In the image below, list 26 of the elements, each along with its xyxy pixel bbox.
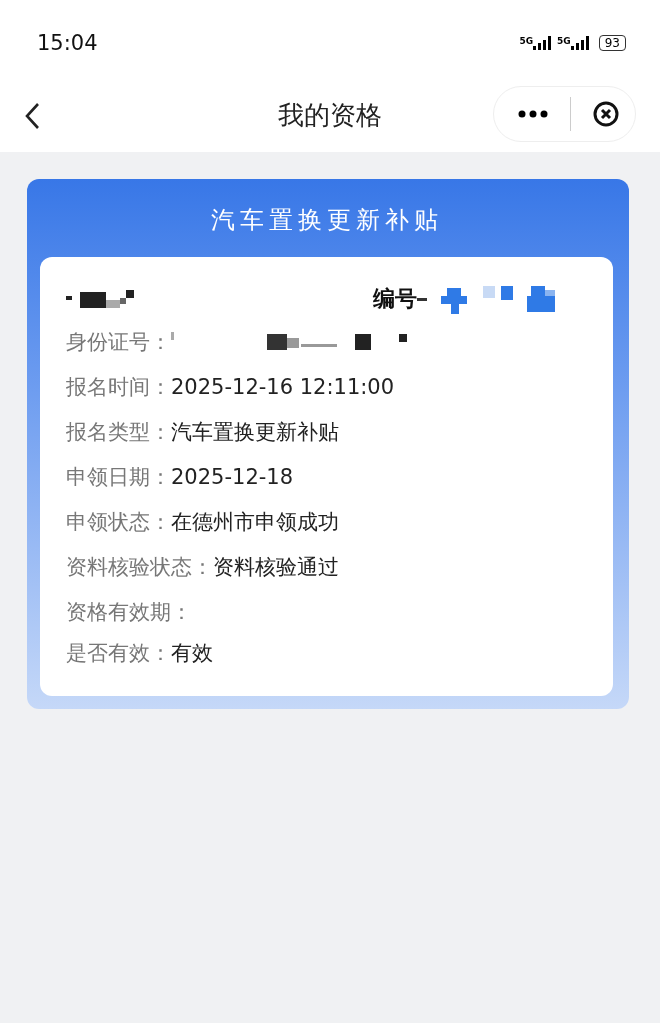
field-label: 报名类型：: [66, 418, 171, 446]
field-label: 申领状态：: [66, 508, 171, 536]
field-value: 有效: [171, 640, 213, 667]
signal-icon: [533, 35, 552, 50]
status-time: 15:04: [37, 30, 98, 55]
field-label: 是否有效：: [66, 640, 171, 667]
back-icon[interactable]: [24, 101, 40, 130]
field-label: 资料核验状态：: [66, 553, 213, 581]
signal-icon: [570, 35, 589, 50]
field-label: 申领日期：: [66, 463, 171, 491]
field-label: 报名时间：: [66, 373, 171, 401]
close-icon[interactable]: [593, 100, 619, 127]
number-label: 编号: [373, 285, 417, 313]
field-label: 资格有效期：: [66, 598, 192, 626]
network-label: 5G: [557, 35, 571, 46]
field-label: 身份证号：: [66, 328, 171, 356]
field-value: 2025-12-18: [171, 464, 294, 489]
field-value: 资料核验通过: [213, 553, 339, 581]
page-title: 我的资格: [278, 99, 382, 132]
more-icon[interactable]: [518, 109, 548, 118]
battery-level: 93: [598, 34, 626, 51]
card-title: 汽车置换更新补贴: [209, 205, 444, 236]
field-value: 汽车置换更新补贴: [171, 418, 339, 446]
field-value: 在德州市申领成功: [171, 508, 339, 536]
field-value: 2025-12-16 12:11:00: [171, 374, 395, 399]
network-label: 5G: [519, 35, 534, 46]
